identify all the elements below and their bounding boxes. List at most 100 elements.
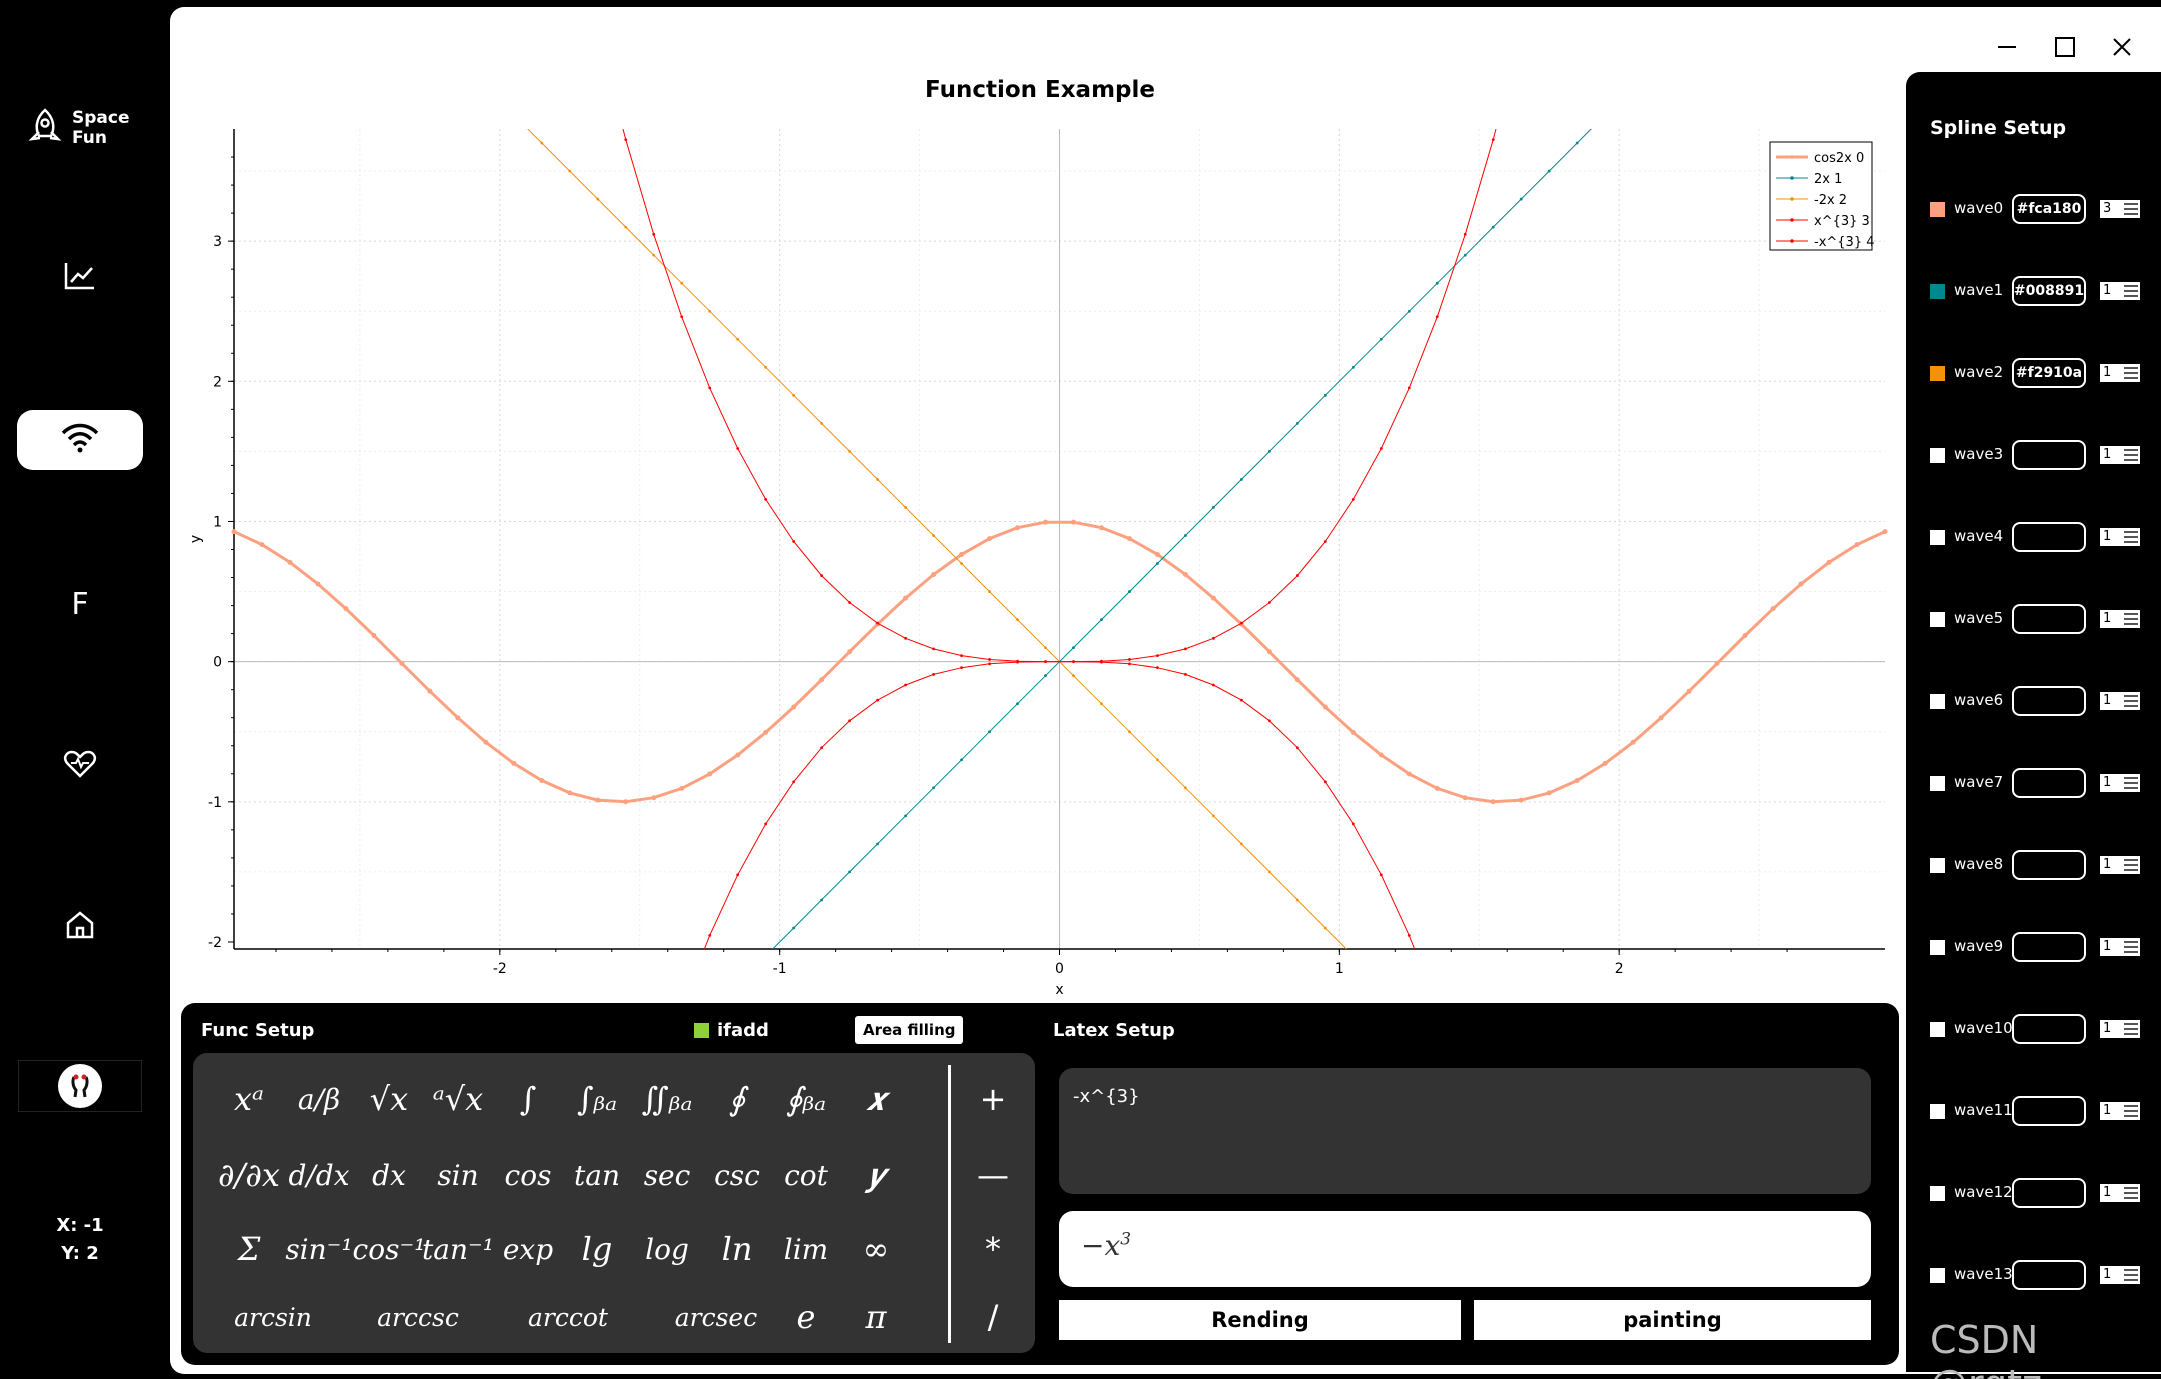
key-2-6[interactable]: log xyxy=(635,1215,699,1283)
key-2-7[interactable]: ln xyxy=(705,1215,769,1283)
wave-width-spinbox[interactable]: 1 xyxy=(2100,1266,2140,1284)
wave-color-input[interactable] xyxy=(2012,1014,2086,1044)
wave-width-spinbox[interactable]: 1 xyxy=(2100,1020,2140,1038)
nav-home[interactable] xyxy=(17,897,143,957)
spin-arrows-icon[interactable] xyxy=(2124,531,2138,543)
key-0-6[interactable]: ∬ᵦₐ xyxy=(635,1065,699,1133)
key-3-0[interactable]: arcsin xyxy=(208,1283,338,1351)
wave-color-swatch[interactable] xyxy=(1930,366,1945,381)
maximize-button[interactable] xyxy=(2045,27,2085,67)
wave-color-swatch[interactable] xyxy=(1930,1022,1945,1037)
wave-color-input[interactable]: #fca180 xyxy=(2012,194,2086,224)
key-2-5[interactable]: lg xyxy=(565,1215,629,1283)
wave-color-input[interactable] xyxy=(2012,686,2086,716)
key-1-3[interactable]: sin xyxy=(426,1141,490,1209)
wave-width-spinbox[interactable]: 1 xyxy=(2100,446,2140,464)
wave-width-spinbox[interactable]: 1 xyxy=(2100,610,2140,628)
key-0-0[interactable]: 𝑥ᵃ xyxy=(217,1065,281,1133)
key-3-1[interactable]: arccsc xyxy=(353,1283,483,1351)
spin-arrows-icon[interactable] xyxy=(2124,859,2138,871)
key-1-2[interactable]: d𝑥 xyxy=(357,1141,421,1209)
op-key-1[interactable]: — xyxy=(961,1141,1025,1209)
user-avatar-button[interactable] xyxy=(18,1060,142,1112)
wave-color-input[interactable] xyxy=(2012,850,2086,880)
wave-color-input[interactable] xyxy=(2012,1178,2086,1208)
wave-color-input[interactable] xyxy=(2012,1260,2086,1290)
wave-color-input[interactable] xyxy=(2012,932,2086,962)
function-plot[interactable]: -2 -1 0 1 2 -2 -1 0 1 2 3 x y cos2x 0 2x 1 -2x 2 x^{3} 3… xyxy=(170,7,1910,997)
wave-width-spinbox[interactable]: 1 xyxy=(2100,1184,2140,1202)
key-2-4[interactable]: exp xyxy=(496,1215,560,1283)
nav-function[interactable]: F xyxy=(17,574,143,634)
wave-color-swatch[interactable] xyxy=(1930,940,1945,955)
brand[interactable]: Space Fun xyxy=(28,108,170,148)
wave-color-swatch[interactable] xyxy=(1930,1104,1945,1119)
wave-color-swatch[interactable] xyxy=(1930,776,1945,791)
key-2-3[interactable]: tan⁻¹ xyxy=(422,1215,494,1283)
nav-favorite[interactable] xyxy=(17,736,143,796)
wave-color-swatch[interactable] xyxy=(1930,530,1945,545)
spin-arrows-icon[interactable] xyxy=(2124,941,2138,953)
spin-arrows-icon[interactable] xyxy=(2124,203,2138,215)
spin-arrows-icon[interactable] xyxy=(2124,613,2138,625)
wave-color-swatch[interactable] xyxy=(1930,1268,1945,1283)
key-2-8[interactable]: lim xyxy=(774,1215,838,1283)
wave-color-swatch[interactable] xyxy=(1930,612,1945,627)
spin-arrows-icon[interactable] xyxy=(2124,1105,2138,1117)
key-1-0[interactable]: ∂/∂𝑥 xyxy=(217,1141,281,1209)
minimize-button[interactable] xyxy=(1987,27,2027,67)
wave-width-spinbox[interactable]: 1 xyxy=(2100,938,2140,956)
key-0-2[interactable]: √𝑥 xyxy=(357,1065,421,1133)
op-key-0[interactable]: + xyxy=(961,1065,1025,1133)
wave-color-input[interactable] xyxy=(2012,1096,2086,1126)
op-key-2[interactable]: * xyxy=(961,1215,1025,1283)
wave-color-input[interactable] xyxy=(2012,768,2086,798)
area-filling-button[interactable]: Area filling xyxy=(855,1016,964,1044)
key-0-7[interactable]: ∮ xyxy=(705,1065,769,1133)
wave-color-swatch[interactable] xyxy=(1930,284,1945,299)
wave-color-swatch[interactable] xyxy=(1930,694,1945,709)
ifadd-checkbox[interactable]: ifadd xyxy=(694,1020,769,1041)
key-2-0[interactable]: Σ xyxy=(217,1215,281,1283)
spin-arrows-icon[interactable] xyxy=(2124,285,2138,297)
wave-width-spinbox[interactable]: 1 xyxy=(2100,528,2140,546)
key-3-2[interactable]: arccot xyxy=(503,1283,633,1351)
key-3-3[interactable]: arcsec xyxy=(651,1283,781,1351)
key-3-5[interactable]: π xyxy=(844,1283,908,1351)
spin-arrows-icon[interactable] xyxy=(2124,777,2138,789)
key-3-4[interactable]: e xyxy=(774,1283,838,1351)
wave-width-spinbox[interactable]: 1 xyxy=(2100,1102,2140,1120)
latex-input[interactable]: -x^{3} xyxy=(1059,1068,1871,1194)
wave-color-input[interactable]: #008891 xyxy=(2012,276,2086,306)
wave-color-input[interactable] xyxy=(2012,604,2086,634)
key-1-8[interactable]: cot xyxy=(774,1141,838,1209)
key-0-5[interactable]: ∫ᵦₐ xyxy=(565,1065,629,1133)
rending-button[interactable]: Rending xyxy=(1059,1300,1461,1340)
key-1-6[interactable]: sec xyxy=(635,1141,699,1209)
spin-arrows-icon[interactable] xyxy=(2124,695,2138,707)
close-button[interactable] xyxy=(2102,27,2142,67)
nav-chart[interactable] xyxy=(17,248,143,308)
wave-color-swatch[interactable] xyxy=(1930,858,1945,873)
painting-button[interactable]: painting xyxy=(1474,1300,1871,1340)
key-1-4[interactable]: cos xyxy=(496,1141,560,1209)
wave-width-spinbox[interactable]: 1 xyxy=(2100,856,2140,874)
spin-arrows-icon[interactable] xyxy=(2124,1269,2138,1281)
wave-width-spinbox[interactable]: 3 xyxy=(2100,200,2140,218)
key-0-8[interactable]: ∮ᵦₐ xyxy=(774,1065,838,1133)
key-1-5[interactable]: tan xyxy=(565,1141,629,1209)
key-0-9[interactable]: 𝒙 xyxy=(844,1065,908,1133)
spin-arrows-icon[interactable] xyxy=(2124,1187,2138,1199)
nav-wifi[interactable] xyxy=(17,410,143,470)
wave-color-swatch[interactable] xyxy=(1930,448,1945,463)
wave-color-input[interactable] xyxy=(2012,440,2086,470)
key-1-1[interactable]: d/d𝑥 xyxy=(287,1141,351,1209)
wave-width-spinbox[interactable]: 1 xyxy=(2100,774,2140,792)
key-0-1[interactable]: a/β xyxy=(287,1065,351,1133)
wave-color-input[interactable] xyxy=(2012,522,2086,552)
key-2-2[interactable]: cos⁻¹ xyxy=(353,1215,426,1283)
key-2-9[interactable]: ∞ xyxy=(844,1215,908,1283)
spin-arrows-icon[interactable] xyxy=(2124,1023,2138,1035)
key-0-3[interactable]: ᵃ√𝑥 xyxy=(426,1065,490,1133)
wave-width-spinbox[interactable]: 1 xyxy=(2100,282,2140,300)
